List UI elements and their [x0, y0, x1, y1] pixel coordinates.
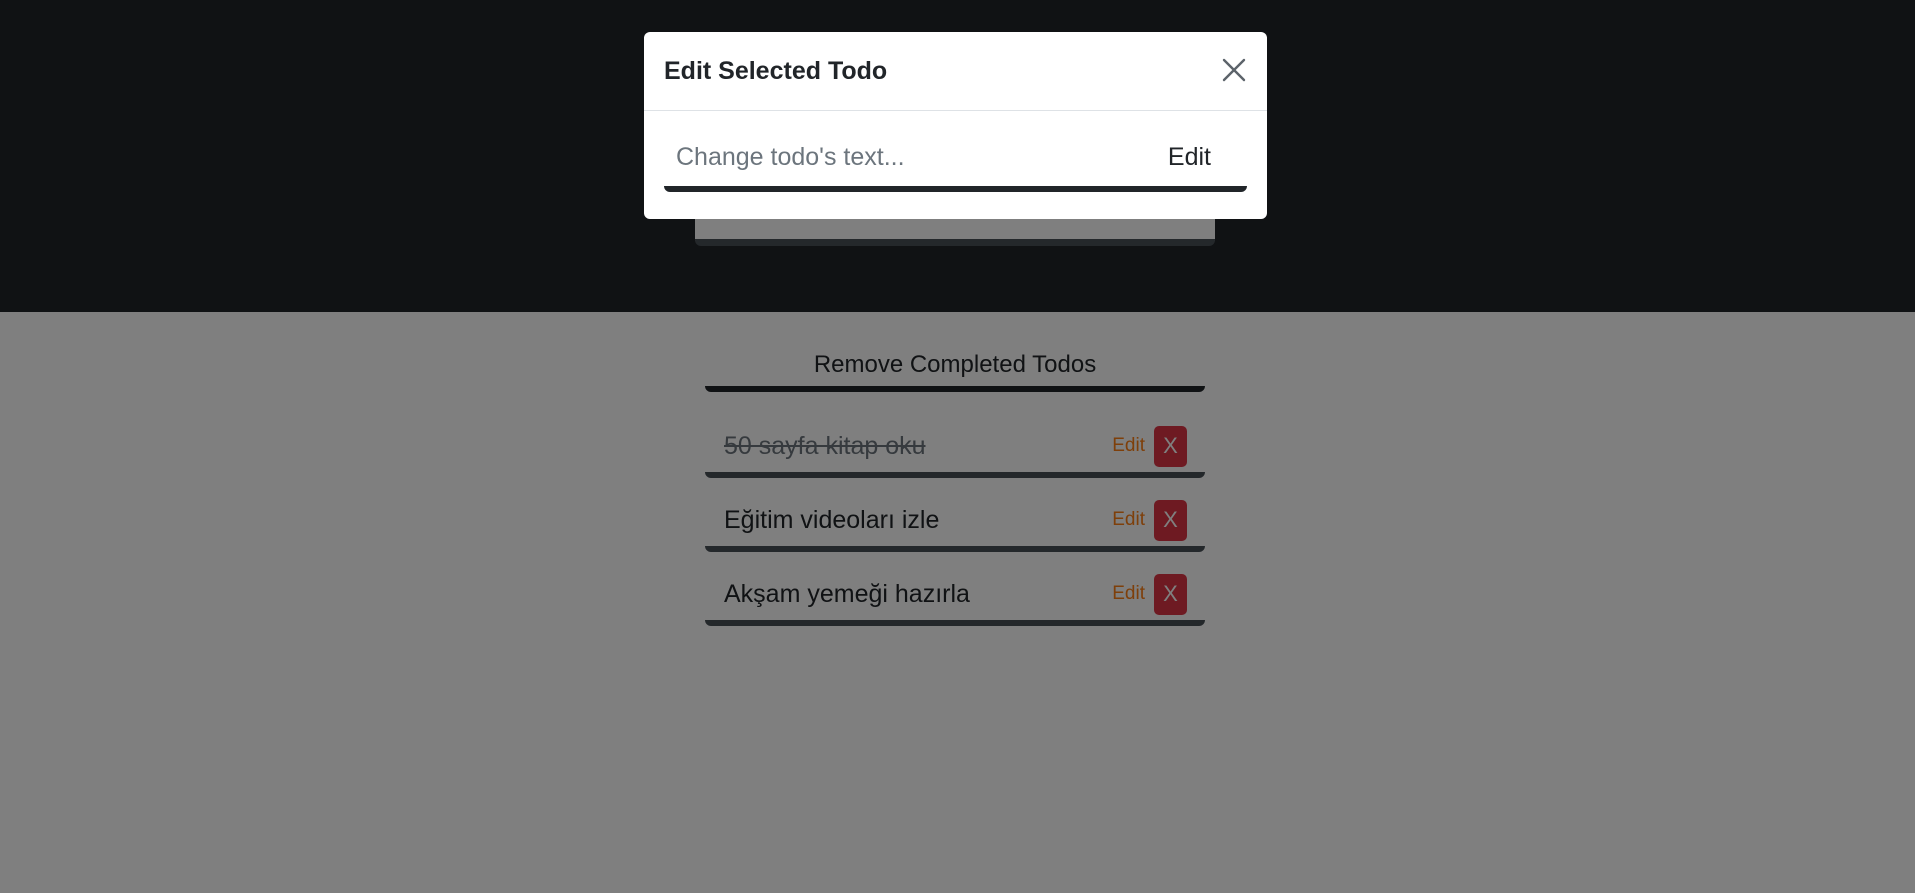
close-icon — [1222, 58, 1246, 81]
modal-edit-button[interactable]: Edit — [1168, 143, 1211, 172]
edit-todo-input[interactable] — [676, 142, 1116, 172]
modal-close-button[interactable] — [1219, 56, 1249, 86]
modal-header: Edit Selected Todo — [644, 32, 1267, 111]
edit-todo-modal: Edit Selected Todo Edit — [644, 32, 1267, 219]
modal-title: Edit Selected Todo — [664, 56, 888, 85]
edit-todo-form: Edit — [664, 128, 1247, 192]
modal-body: Edit — [644, 128, 1267, 192]
